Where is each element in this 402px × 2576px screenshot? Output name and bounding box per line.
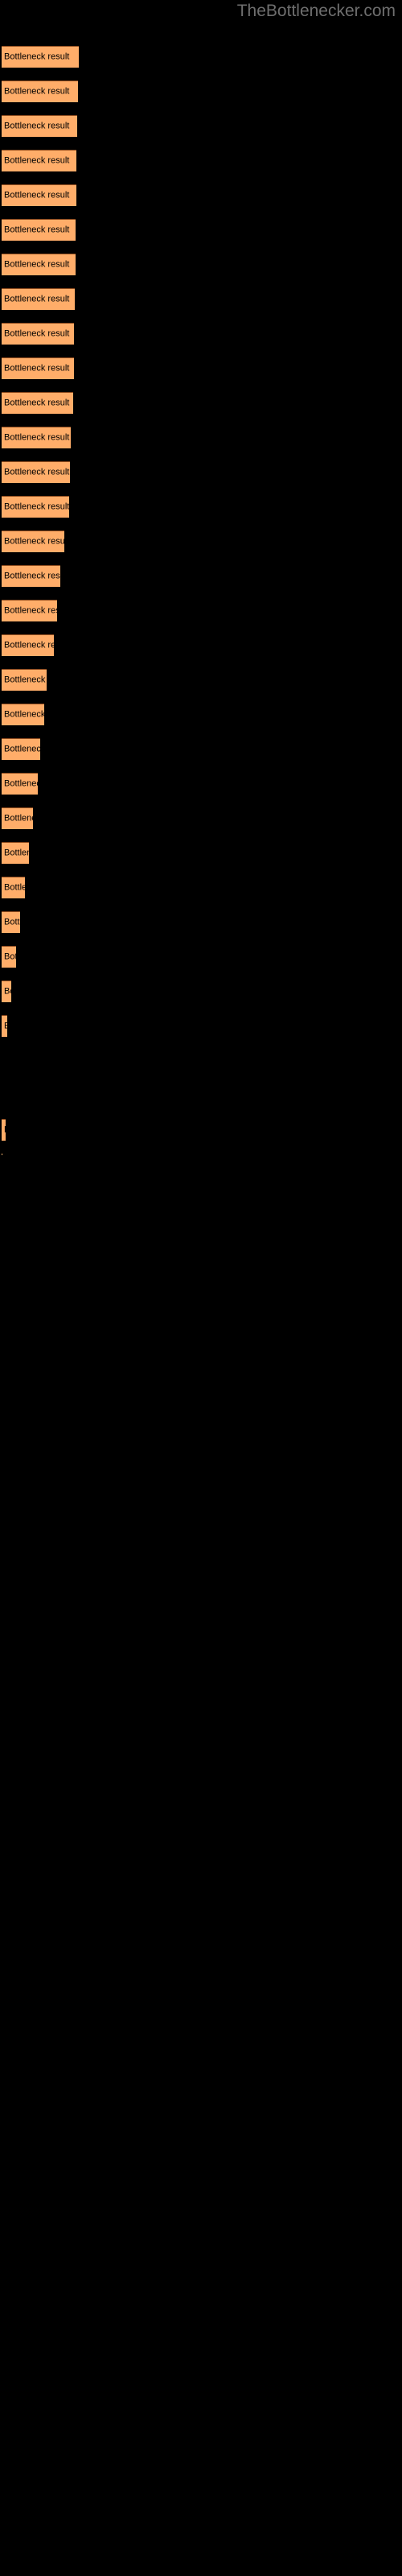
bar-label: Bottleneck result	[4, 1125, 6, 1136]
bar-6: Bottleneck result	[2, 219, 76, 241]
bar-7: Bottleneck result	[2, 254, 76, 275]
bar-19: Bottleneck result	[2, 669, 47, 691]
bar-label: Bottleneck result	[4, 363, 70, 374]
bar-label: Bottleneck result	[4, 467, 70, 477]
bar-26: Bottleneck result	[2, 911, 20, 933]
bar-label: Bottleneck result	[4, 709, 44, 720]
bar-label: Bottleneck result	[4, 432, 70, 443]
bar-28: Bottleneck result	[2, 980, 11, 1002]
bar-20: Bottleneck result	[2, 704, 44, 725]
bar-label: Bottleneck result	[4, 1022, 7, 1032]
bar-label: Bottleneck result	[4, 52, 70, 62]
bar-label: Bottleneck result	[4, 605, 57, 616]
bar-27: Bottleneck result	[2, 946, 16, 968]
bar-22: Bottleneck result	[2, 773, 38, 795]
bar-label: Bottleneck result	[4, 882, 25, 893]
bar-14: Bottleneck result	[2, 496, 69, 518]
bar-label: Bottleneck result	[4, 502, 69, 512]
bar-label: Bottleneck result	[4, 640, 54, 650]
bar-label: Bottleneck result	[4, 155, 70, 166]
bar-12: Bottleneck result	[2, 427, 71, 448]
bar-13: Bottleneck result	[2, 461, 70, 483]
bar-8: Bottleneck result	[2, 288, 75, 310]
bar-1: Bottleneck result	[2, 46, 79, 68]
bar-label: Bottleneck result	[4, 536, 64, 547]
bars-layer: Bottleneck result Bottleneck result Bottle…	[0, 0, 402, 2576]
bar-label: Bottleneck result	[4, 328, 70, 339]
bar-29: Bottleneck result	[2, 1015, 7, 1037]
bottleneck-bar-chart: TheBottlenecker.com Bottleneck result Bot…	[0, 0, 402, 2576]
bar-4: Bottleneck result	[2, 150, 76, 171]
bar-25: Bottleneck result	[2, 877, 25, 898]
bar-24: Bottleneck result	[2, 842, 29, 864]
bar-label: Bottleneck result	[4, 398, 70, 408]
bar-label: Bottleneck result	[4, 778, 38, 789]
bar-21: Bottleneck result	[2, 738, 40, 760]
bar-17: Bottleneck result	[2, 600, 57, 621]
bar-32: Bottleneck result	[2, 1119, 6, 1141]
bar-label: Bottleneck result	[4, 190, 70, 200]
bar-label: Bottleneck result	[4, 294, 70, 304]
bar-label: Bottleneck result	[4, 813, 33, 824]
bar-label: Bottleneck result	[4, 848, 29, 858]
bar-16: Bottleneck result	[2, 565, 60, 587]
bar-15: Bottleneck result	[2, 530, 64, 552]
bar-label: Bottleneck result	[4, 86, 70, 97]
bar-9: Bottleneck result	[2, 323, 74, 345]
bar-label: Bottleneck result	[4, 675, 47, 685]
bar-label: Bottleneck result	[4, 225, 70, 235]
bar-2: Bottleneck result	[2, 80, 78, 102]
bar-18: Bottleneck result	[2, 634, 54, 656]
bar-3: Bottleneck result	[2, 115, 77, 137]
bar-23: Bottleneck result	[2, 807, 33, 829]
bar-11: Bottleneck result	[2, 392, 73, 414]
bar-label: Bottleneck result	[4, 121, 70, 131]
bar-label: Bottleneck result	[4, 571, 60, 581]
bar-label: Bottleneck result	[4, 986, 11, 997]
bar-label: Bottleneck result	[4, 952, 16, 962]
bar-label: Bottleneck result	[4, 744, 40, 754]
bar-5: Bottleneck result	[2, 184, 76, 206]
bar-label: Bottleneck result	[4, 917, 20, 927]
bar-10: Bottleneck result	[2, 357, 74, 379]
bar-label: Bottleneck result	[4, 259, 70, 270]
